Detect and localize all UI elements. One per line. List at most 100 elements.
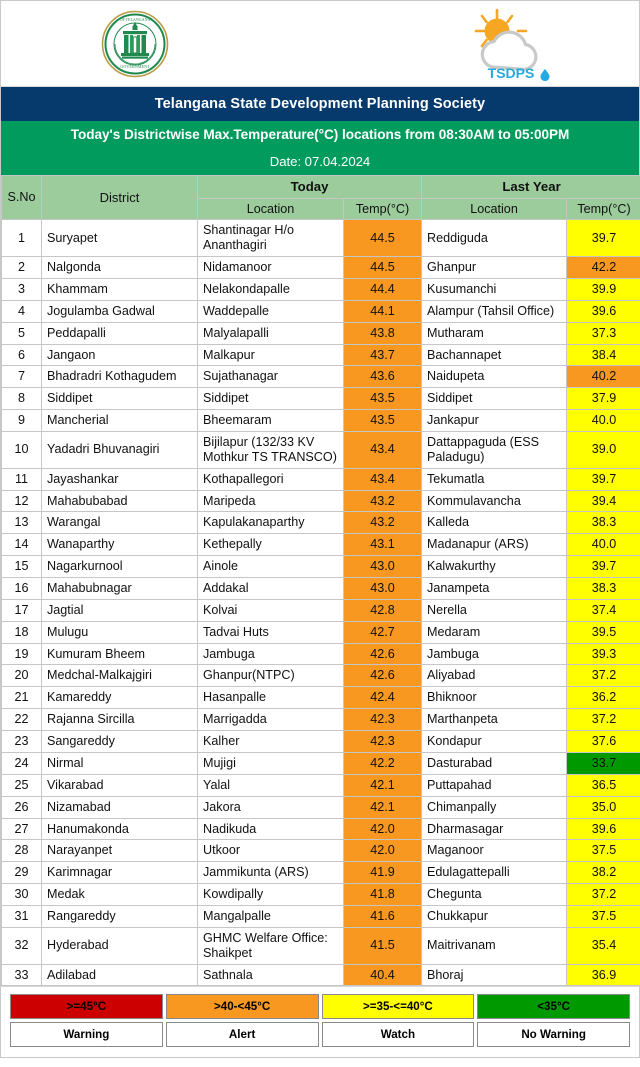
row-location-ly: Jankapur [421, 409, 568, 433]
row-temp-ly: 39.7 [566, 219, 640, 258]
row-district: Medchal-Malkajgiri [41, 664, 198, 688]
report-page: GOVERNMENT OF TELANGANA TSDPS Telangana … [0, 0, 640, 1059]
table-row: 21 Kamareddy Hasanpalle 42.4 Bhiknoor 36.2 [1, 686, 640, 710]
row-district: Nagarkurnool [41, 555, 198, 579]
row-temp-ly: 39.7 [566, 555, 640, 579]
row-temp-ly: 42.2 [566, 256, 640, 280]
row-temp: 43.4 [342, 467, 423, 491]
row-temp: 41.5 [342, 926, 423, 965]
row-location: Ainole [197, 555, 344, 579]
row-location-ly: Chukkapur [421, 904, 568, 928]
row-location: Kowdipally [197, 883, 344, 906]
row-district: Vikarabad [41, 773, 198, 797]
row-sno: 27 [1, 817, 42, 841]
row-location-ly: Mutharam [421, 321, 568, 345]
row-location-ly: Dattappaguda (ESS Paladugu) [421, 431, 568, 469]
row-district: Sangareddy [41, 730, 198, 753]
row-district: Jangaon [41, 343, 198, 367]
table-row: 17 Jagtial Kolvai 42.8 Nerella 37.4 [1, 598, 640, 622]
row-temp-ly: 40.2 [566, 365, 640, 389]
row-temp: 42.1 [342, 795, 423, 819]
row-temp-ly: 36.9 [566, 963, 640, 987]
row-sno: 11 [1, 467, 42, 491]
row-location: GHMC Welfare Office: Shaikpet [197, 926, 344, 965]
row-location-ly: Edulagattepalli [421, 861, 568, 885]
row-location: Jakora [197, 795, 344, 819]
row-temp-ly: 37.2 [566, 708, 640, 732]
row-location-ly: Siddipet [421, 387, 568, 411]
row-sno: 12 [1, 489, 42, 513]
row-temp-ly: 39.9 [566, 278, 640, 301]
row-sno: 16 [1, 577, 42, 600]
row-location-ly: Puttapahad [421, 773, 568, 797]
table-row: 29 Karimnagar Jammikunta (ARS) 41.9 Edulagat… [1, 861, 640, 885]
table-row: 19 Kumuram Bheem Jambuga 42.6 Jambuga 39.3 [1, 642, 640, 666]
row-temp: 41.6 [342, 904, 423, 928]
row-district: Mahabubabad [41, 489, 198, 513]
row-temp: 43.6 [342, 365, 423, 389]
row-temp: 43.5 [342, 409, 423, 433]
row-temp: 42.1 [342, 773, 423, 797]
row-sno: 31 [1, 904, 42, 928]
row-location-ly: Aliyabad [421, 664, 568, 688]
table-row: 24 Nirmal Mujigi 42.2 Dasturabad 33.7 [1, 751, 640, 775]
row-district: Rangareddy [41, 904, 198, 928]
report-subtitle: Today's Districtwise Max.Temperature(°C)… [1, 121, 639, 148]
row-location-ly: Bachannapet [421, 343, 568, 367]
temperature-table: S.No District Today Last Year Location T… [1, 174, 640, 987]
row-temp: 44.5 [342, 256, 423, 280]
row-temp-ly: 35.0 [566, 795, 640, 819]
row-location-ly: Janampeta [421, 577, 568, 600]
row-district: Suryapet [41, 219, 198, 258]
row-district: Wanaparthy [41, 533, 198, 557]
row-location: Tadvai Huts [197, 620, 344, 644]
row-sno: 21 [1, 686, 42, 710]
row-district: Karimnagar [41, 861, 198, 885]
government-of-telangana-emblem-icon: GOVERNMENT OF TELANGANA [101, 10, 169, 78]
row-temp: 42.3 [342, 708, 423, 732]
legend-range-row: >=45°C >40-<45°C >=35-<=40°C <35°C [10, 994, 630, 1020]
row-temp: 43.7 [342, 343, 423, 367]
table-head: S.No District Today Last Year Location T… [1, 174, 640, 221]
row-location: Hasanpalle [197, 686, 344, 710]
row-sno: 14 [1, 533, 42, 557]
row-location-ly: Bhiknoor [421, 686, 568, 710]
row-location-ly: Kusumanchi [421, 278, 568, 301]
table-row: 20 Medchal-Malkajgiri Ghanpur(NTPC) 42.6 Ali… [1, 664, 640, 688]
row-temp: 43.0 [342, 577, 423, 600]
row-district: Warangal [41, 511, 198, 535]
row-temp-ly: 37.4 [566, 598, 640, 622]
row-sno: 3 [1, 278, 42, 301]
row-sno: 8 [1, 387, 42, 411]
row-district: Adilabad [41, 963, 198, 987]
row-sno: 10 [1, 431, 42, 469]
row-temp-ly: 40.0 [566, 533, 640, 557]
row-location: Maripeda [197, 489, 344, 513]
row-location: Nidamanoor [197, 256, 344, 280]
row-sno: 24 [1, 751, 42, 775]
table-row: 33 Adilabad Sathnala 40.4 Bhoraj 36.9 [1, 963, 640, 987]
row-temp-ly: 37.5 [566, 839, 640, 863]
table-row: 32 Hyderabad GHMC Welfare Office: Shaikpet… [1, 926, 640, 965]
row-temp: 42.3 [342, 730, 423, 753]
table-row: 10 Yadadri Bhuvanagiri Bijilapur (132/33 K… [1, 431, 640, 469]
legend-range-warning: >=45°C [10, 994, 163, 1020]
table-row: 27 Hanumakonda Nadikuda 42.0 Dharmasagar 39.6 [1, 817, 640, 841]
table-row: 2 Nalgonda Nidamanoor 44.5 Ghanpur 42.2 [1, 256, 640, 280]
row-location: Utkoor [197, 839, 344, 863]
row-location: Bijilapur (132/33 KV Mothkur TS TRANSCO) [197, 431, 344, 469]
row-temp: 42.0 [342, 817, 423, 841]
row-location: Kothapallegori [197, 467, 344, 491]
row-sno: 5 [1, 321, 42, 345]
row-district: Kumuram Bheem [41, 642, 198, 666]
table-row: 25 Vikarabad Yalal 42.1 Puttapahad 36.5 [1, 773, 640, 797]
table-body: 1 Suryapet Shantinagar H/o Ananthagiri 44.5… [1, 219, 640, 987]
row-location-ly: Madanapur (ARS) [421, 533, 568, 557]
row-temp: 41.8 [342, 883, 423, 906]
row-temp-ly: 39.6 [566, 299, 640, 323]
row-temp: 42.6 [342, 642, 423, 666]
row-sno: 17 [1, 598, 42, 622]
row-district: Peddapalli [41, 321, 198, 345]
legend-range-watch: >=35-<=40°C [321, 994, 475, 1020]
row-location: Ghanpur(NTPC) [197, 664, 344, 688]
